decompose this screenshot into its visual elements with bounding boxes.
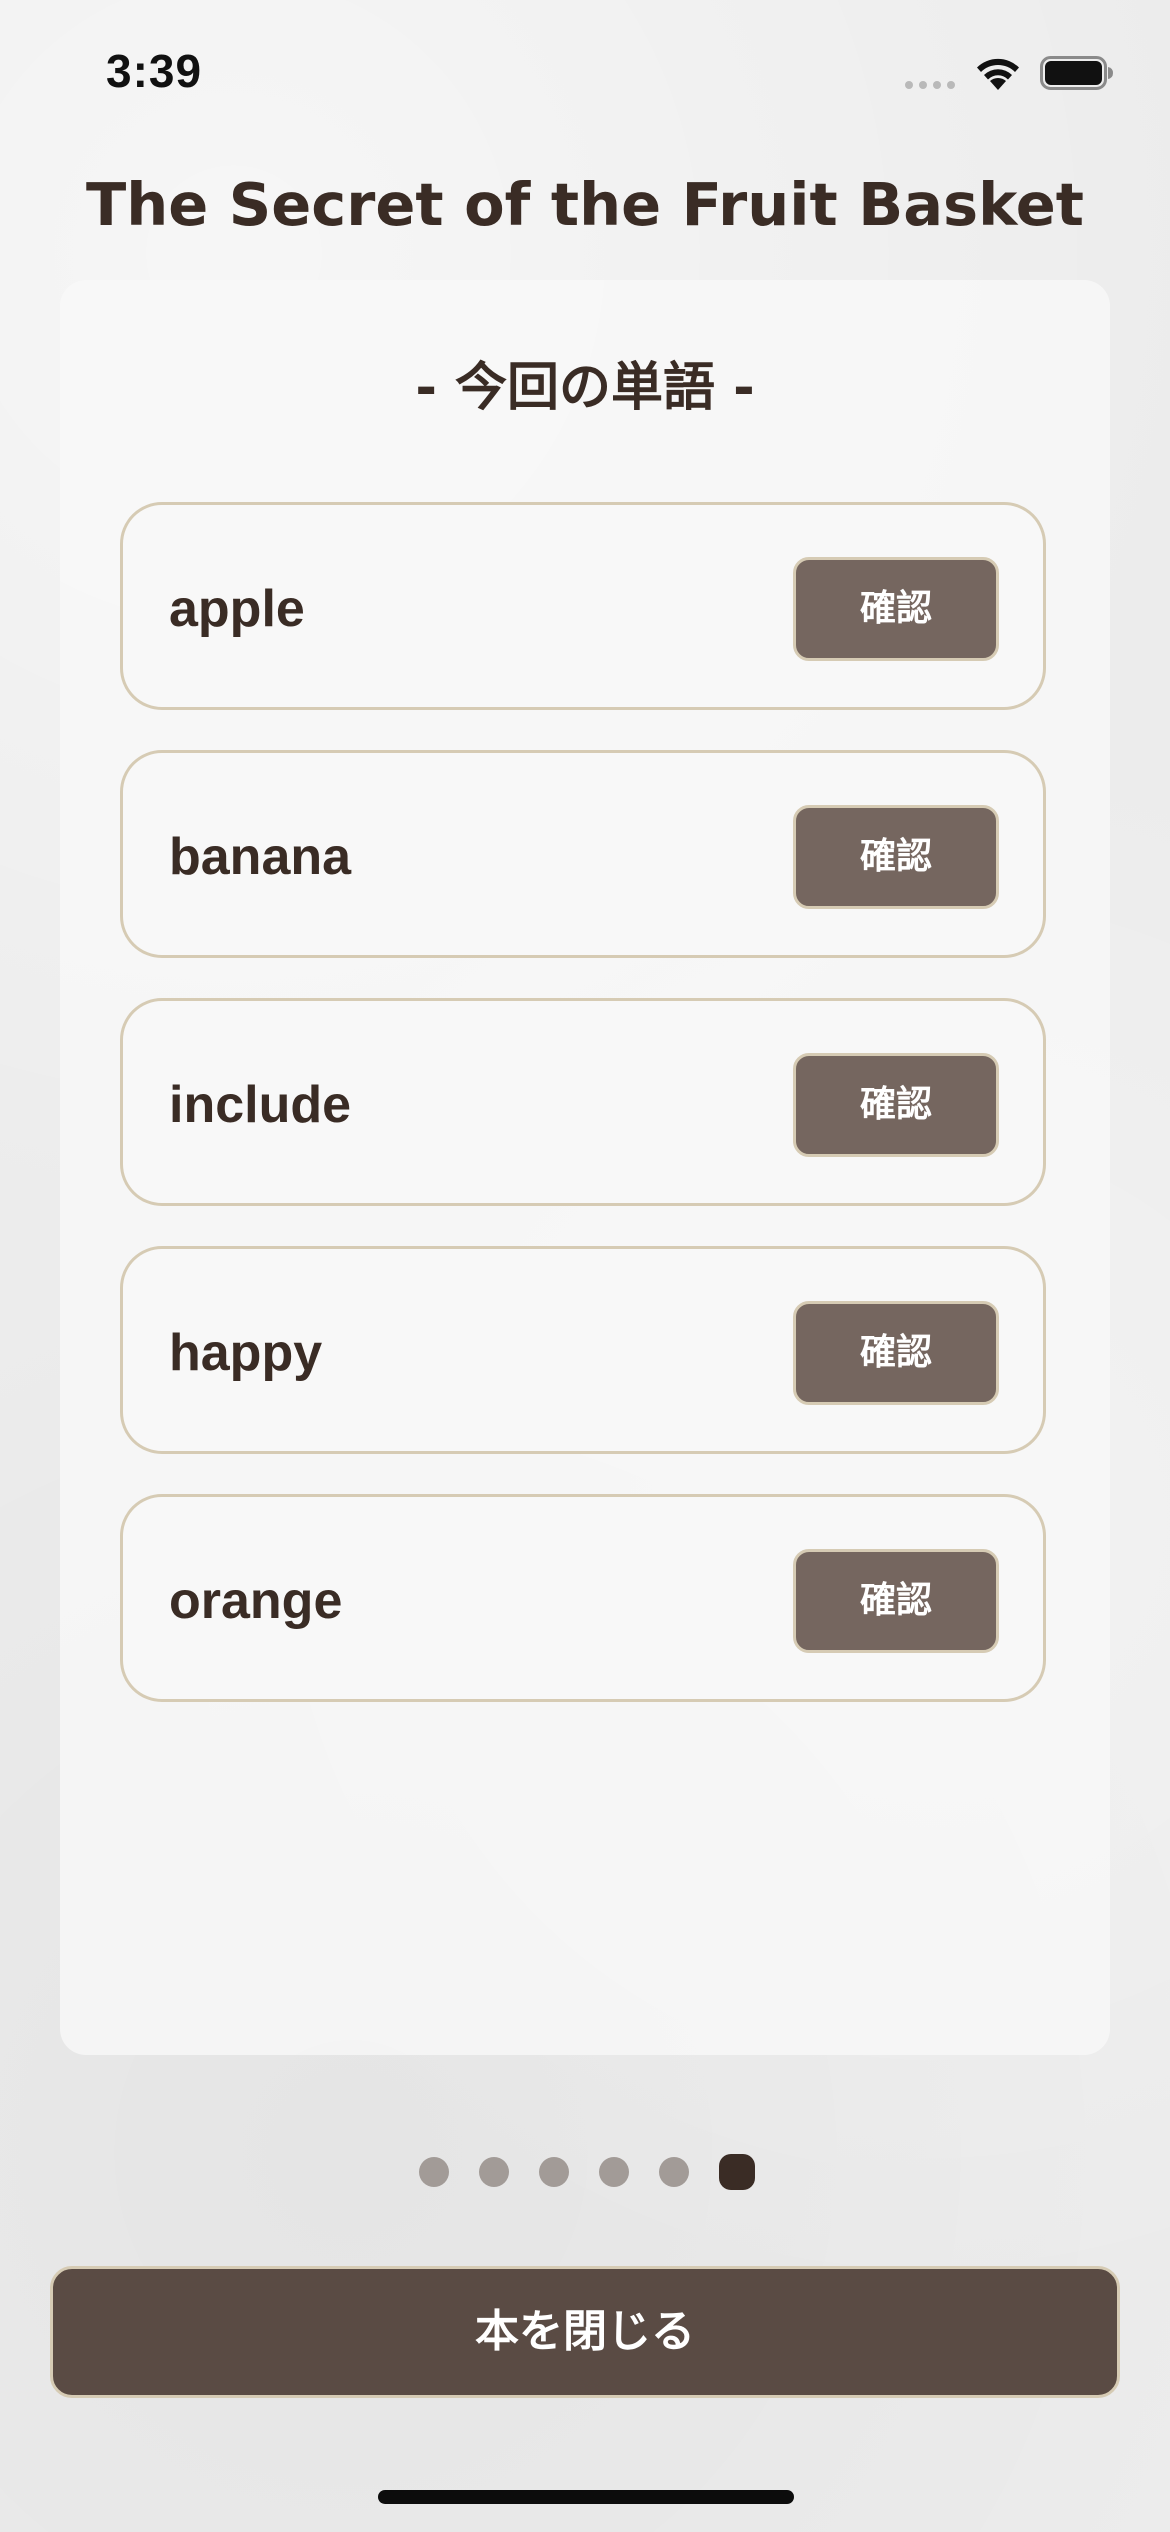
confirm-button[interactable]: 確認 <box>793 805 999 909</box>
page-dot-6-current[interactable] <box>719 2154 755 2190</box>
word-label: include <box>169 1076 352 1134</box>
word-card: - 今回の単語 - apple 確認 banana 確認 include 確認 … <box>60 280 1110 2055</box>
page-dot-3[interactable] <box>539 2157 569 2187</box>
confirm-button[interactable]: 確認 <box>793 1053 999 1157</box>
word-label: apple <box>169 580 305 638</box>
page-dot-2[interactable] <box>479 2157 509 2187</box>
word-label: banana <box>169 828 352 886</box>
confirm-button[interactable]: 確認 <box>793 1301 999 1405</box>
page-dot-1[interactable] <box>419 2157 449 2187</box>
page-dot-5[interactable] <box>659 2157 689 2187</box>
word-row-include: include 確認 <box>120 998 1046 1206</box>
status-bar: 3:39 <box>0 0 1170 150</box>
card-heading: - 今回の単語 - <box>415 358 755 418</box>
battery-icon <box>1040 56 1113 90</box>
confirm-button[interactable]: 確認 <box>793 1549 999 1653</box>
word-list: apple 確認 banana 確認 include 確認 happy 確認 o… <box>120 502 1050 1742</box>
wifi-icon <box>977 58 1019 90</box>
close-book-button[interactable]: 本を閉じる <box>50 2266 1120 2398</box>
home-indicator[interactable] <box>378 2490 794 2504</box>
page-indicator <box>0 2154 1170 2190</box>
page-dot-4[interactable] <box>599 2157 629 2187</box>
word-row-orange: orange 確認 <box>120 1494 1046 1702</box>
book-title: The Secret of the Fruit Basket <box>85 170 1085 239</box>
word-row-happy: happy 確認 <box>120 1246 1046 1454</box>
cellular-signal-icon <box>905 81 955 89</box>
status-time: 3:39 <box>106 45 203 97</box>
word-row-banana: banana 確認 <box>120 750 1046 958</box>
word-label: orange <box>169 1572 343 1630</box>
word-row-apple: apple 確認 <box>120 502 1046 710</box>
word-label: happy <box>169 1324 323 1382</box>
confirm-button[interactable]: 確認 <box>793 557 999 661</box>
